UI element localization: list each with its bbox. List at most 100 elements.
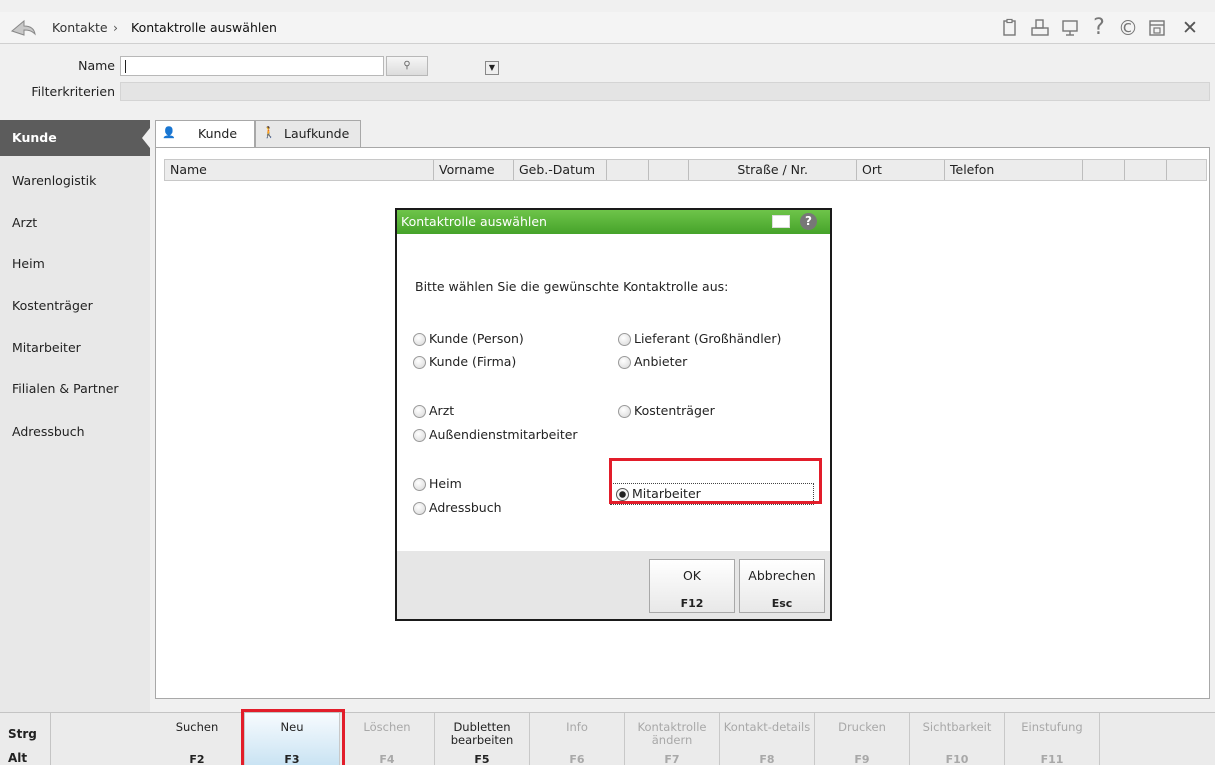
column-header-empty[interactable] [1167,160,1206,180]
radio-circle-icon [413,502,426,515]
radio-label: Adressbuch [429,500,502,515]
sidebar-item-filialen-partner[interactable]: Filialen & Partner [0,371,150,407]
function-key-bar: Strg Alt Suchen F2 Neu F3 Löschen F4 Dublet… [0,712,1215,765]
ok-button[interactable]: OK F12 [649,559,735,613]
radio-circle-icon [413,405,426,418]
dropdown-button[interactable]: ▼ [485,61,499,75]
ok-button-label: OK [682,568,702,583]
fkey-info[interactable]: Info F6 [530,713,625,765]
fkey-einstufung[interactable]: Einstufung F11 [1005,713,1100,765]
print-icon[interactable] [1030,18,1050,38]
sidebar-item-arzt[interactable]: Arzt [0,205,150,241]
breadcrumb-root[interactable]: Kontakte [52,20,108,35]
help-circle-icon[interactable]: ? [800,213,817,230]
radio-label: Außendienstmitarbeiter [429,427,578,442]
close-icon[interactable]: ✕ [1180,18,1200,38]
cancel-button-key: Esc [771,597,793,610]
fkey-label: Drucken [838,720,886,734]
alt-key[interactable]: Alt [8,751,27,765]
column-header-empty[interactable] [607,160,649,180]
fkey-label: Dubletten bearbeiten [450,720,514,747]
radio-circle-icon [413,478,426,491]
tab-label: Kunde [198,126,238,141]
column-header-empty[interactable] [1125,160,1167,180]
walking-person-icon: 🚶 [262,126,276,139]
fkey-shortcut: F4 [379,753,395,765]
window-icon[interactable] [1147,18,1167,38]
fkey-label: Kontakt-details [723,720,811,734]
sidebar-item-label: Adressbuch [12,424,85,439]
ok-button-key: F12 [680,597,704,610]
sidebar-item-label: Filialen & Partner [12,381,119,396]
sidebar-item-label: Heim [12,256,45,271]
breadcrumb-separator: › [113,20,118,35]
sidebar-item-label: Kunde [12,130,57,145]
radio-circle-icon [413,333,426,346]
fkey-label: Info [566,720,588,734]
radio-circle-icon [413,429,426,442]
modifier-separator [50,713,150,765]
fkey-loeschen[interactable]: Löschen F4 [340,713,435,765]
notes-icon[interactable] [772,215,790,228]
fkey-shortcut: F2 [189,753,205,765]
name-label: Name [78,58,115,73]
sidebar-item-label: Mitarbeiter [12,340,81,355]
monitor-icon[interactable] [1060,18,1080,38]
dialog-question: Bitte wählen Sie die gewünschte Kontaktr… [415,279,729,294]
radio-label: Arzt [429,403,455,418]
fkey-shortcut: F8 [759,753,775,765]
strg-key[interactable]: Strg [8,727,37,741]
text-cursor [125,60,126,73]
radio-circle-icon [618,333,631,346]
column-header-strasse[interactable]: Straße / Nr. [689,160,857,180]
fkey-kontaktdetails[interactable]: Kontakt-details F8 [720,713,815,765]
radio-label: Kunde (Person) [429,331,524,346]
fkey-suchen[interactable]: Suchen F2 [150,713,245,765]
column-header-empty[interactable] [649,160,689,180]
column-header-vorname[interactable]: Vorname [434,160,514,180]
fkey-sichtbarkeit[interactable]: Sichtbarkeit F10 [910,713,1005,765]
fkey-kontaktrolle-aendern[interactable]: Kontaktrolle ändern F7 [625,713,720,765]
sidebar-item-kunde[interactable]: Kunde [0,120,150,156]
sidebar-item-adressbuch[interactable]: Adressbuch [0,414,150,450]
column-header-empty[interactable] [1083,160,1125,180]
sidebar-item-mitarbeiter[interactable]: Mitarbeiter [0,330,150,366]
search-button[interactable]: ⚲ [386,56,428,76]
column-header-name[interactable]: Name [165,160,434,180]
breadcrumb-current: Kontaktrolle auswählen [131,20,277,35]
dialog-title-bar: Kontaktrolle auswählen ? [397,210,830,234]
radio-label: Lieferant (Großhändler) [634,331,782,346]
fkey-shortcut: F9 [854,753,870,765]
column-header-ort[interactable]: Ort [857,160,945,180]
magnifier-icon: ⚲ [403,60,411,71]
filter-criteria-field[interactable] [120,82,1210,101]
fkey-label: Löschen [363,720,411,734]
dialog-footer: OK F12 Abbrechen Esc [397,551,830,619]
name-input[interactable]: ▼ [120,56,499,76]
highlight-box-neu [241,709,345,765]
back-arrow-icon[interactable] [10,19,36,37]
fkey-dubletten[interactable]: Dubletten bearbeiten F5 [435,713,530,765]
sidebar-item-heim[interactable]: Heim [0,246,150,282]
clipboard-icon[interactable] [1000,18,1020,38]
radio-circle-icon [413,356,426,369]
radio-circle-icon [618,356,631,369]
column-header-geb-datum[interactable]: Geb.-Datum [514,160,607,180]
fkey-shortcut: F10 [945,753,969,765]
tab-laufkunde[interactable]: 🚶 Laufkunde [255,120,361,147]
radio-label: Heim [429,476,462,491]
cancel-button[interactable]: Abbrechen Esc [739,559,825,613]
fkey-label: Suchen [175,720,219,734]
sidebar-item-label: Warenlogistik [12,173,97,188]
sidebar-item-kostentraeger[interactable]: Kostenträger [0,288,150,324]
column-header-telefon[interactable]: Telefon [945,160,1083,180]
radio-label: Anbieter [634,354,688,369]
fkey-drucken[interactable]: Drucken F9 [815,713,910,765]
tab-kunde[interactable]: 👤 Kunde [155,120,255,147]
fkey-label: Einstufung [1021,720,1083,734]
sidebar-item-warenlogistik[interactable]: Warenlogistik [0,163,150,199]
person-icon: 👤 [162,126,176,139]
table-header: Name Vorname Geb.-Datum Straße / Nr. Ort… [164,159,1207,181]
help-icon[interactable]: ? [1089,17,1109,39]
eservice-icon[interactable]: © [1118,18,1138,38]
